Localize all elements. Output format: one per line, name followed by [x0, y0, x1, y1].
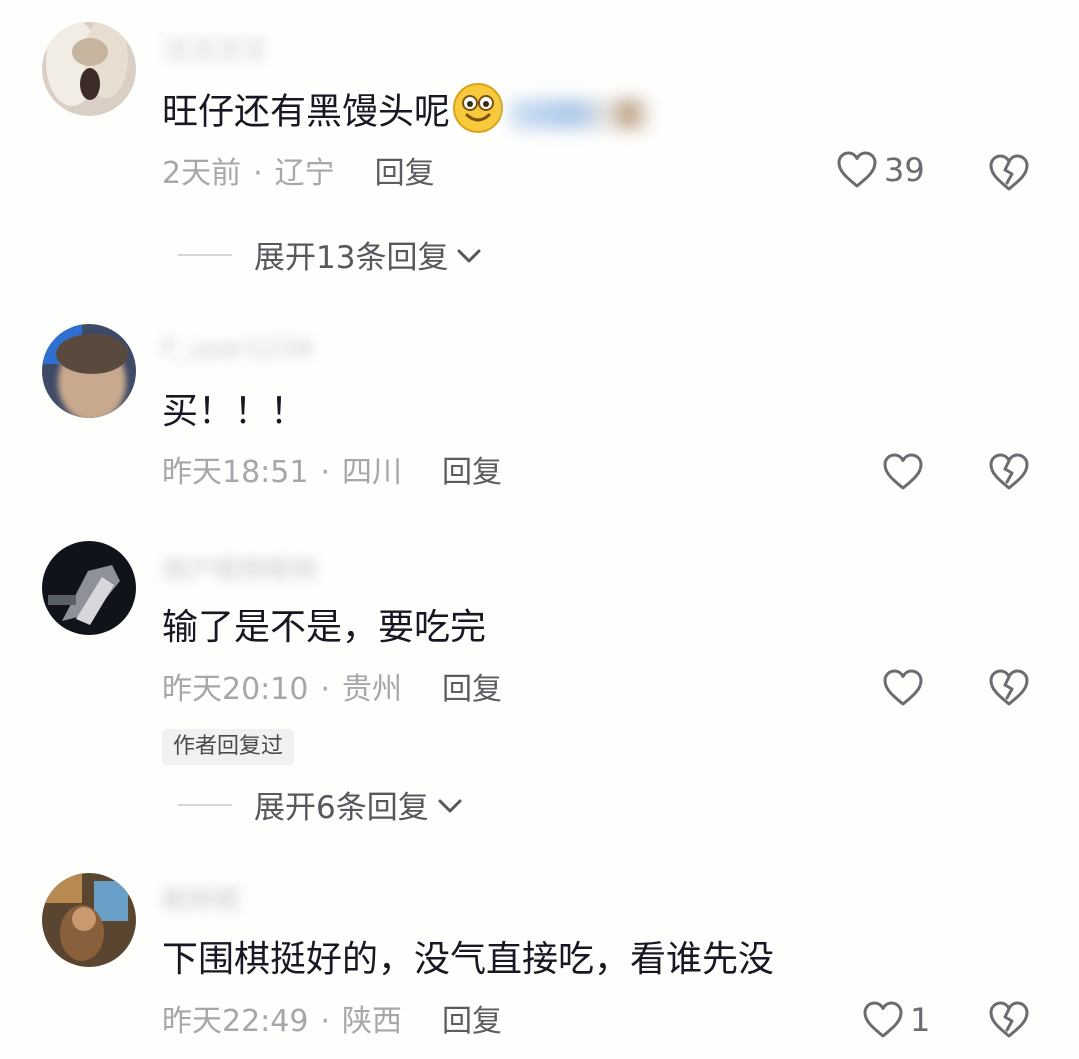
dislike-button[interactable] — [988, 452, 1030, 492]
comment-meta: 昨天22:49 · 陕西 回复 — [162, 1004, 502, 1040]
comment-location: 贵州 — [342, 672, 403, 707]
comment-time: 昨天18:51 — [162, 455, 309, 490]
reply-button[interactable]: 回复 — [442, 1004, 502, 1039]
heart-outline-icon — [862, 1000, 904, 1040]
comment-meta: 昨天18:51 · 四川 回复 — [162, 455, 502, 491]
avatar[interactable] — [42, 22, 136, 116]
heart-outline-icon — [836, 150, 878, 190]
dislike-button[interactable] — [988, 1000, 1030, 1040]
chevron-down-icon — [448, 237, 482, 273]
broken-heart-icon — [988, 668, 1030, 708]
comment-meta: 昨天20:10 · 贵州 回复 — [162, 672, 502, 708]
comment-time: 昨天22:49 — [162, 1004, 309, 1039]
reply-button[interactable]: 回复 — [375, 156, 435, 191]
blurred-mention — [510, 98, 651, 129]
comment-text: 下围棋挺好的，没气直接吃，看谁先没 — [162, 939, 775, 980]
like-count: 39 — [884, 151, 925, 189]
reply-button[interactable]: 回复 — [442, 455, 502, 490]
broken-heart-icon — [988, 153, 1030, 193]
like-button[interactable] — [882, 452, 924, 492]
like-button[interactable]: 1 — [862, 1000, 930, 1040]
broken-heart-icon — [988, 452, 1030, 492]
comment-text: 买！！！ — [162, 391, 307, 432]
dislike-button[interactable] — [988, 668, 1030, 708]
expand-replies-button[interactable]: 展开6条回复 — [178, 782, 463, 827]
comment-text-content: 旺仔还有黑馒头呢 — [162, 91, 451, 133]
heart-outline-icon — [882, 452, 924, 492]
divider-line — [178, 803, 232, 806]
author-replied-badge: 作者回复过 — [162, 729, 295, 765]
separator: · — [320, 455, 331, 490]
separator: · — [320, 672, 331, 707]
comment-text: 输了是不是，要吃完 — [162, 607, 487, 648]
like-button[interactable] — [882, 668, 924, 708]
expand-replies-button[interactable]: 展开13条回复 — [178, 232, 482, 277]
like-button[interactable]: 39 — [836, 150, 925, 190]
comment-text: 旺仔还有黑馒头呢 — [162, 82, 651, 145]
broken-heart-icon — [988, 1000, 1030, 1040]
reply-button[interactable]: 回复 — [442, 672, 502, 707]
separator: · — [320, 1004, 331, 1039]
username[interactable]: 用户昵称昵称 — [162, 550, 318, 586]
expand-replies-label: 展开6条回复 — [254, 790, 429, 826]
comment-time: 昨天20:10 — [162, 672, 309, 707]
avatar[interactable] — [42, 324, 136, 418]
avatar[interactable] — [42, 541, 136, 635]
like-count: 1 — [910, 1001, 931, 1039]
divider-line — [178, 253, 232, 256]
comment-location: 陕西 — [342, 1004, 403, 1039]
avatar[interactable] — [42, 873, 136, 967]
chevron-down-icon — [429, 787, 463, 823]
comment-location: 辽宁 — [274, 156, 335, 191]
dislike-button[interactable] — [988, 153, 1030, 193]
comment-time: 2天前 — [162, 156, 242, 191]
heart-outline-icon — [882, 668, 924, 708]
username[interactable]: F_user1234 — [162, 334, 313, 364]
comment-location: 四川 — [342, 455, 403, 490]
comment-meta: 2天前 · 辽宁 回复 — [162, 156, 435, 192]
username[interactable]: 汪汪汪汪 — [162, 30, 266, 66]
smiley-emoji-icon — [452, 82, 504, 145]
separator: · — [253, 156, 263, 191]
username[interactable]: 昵称昵 — [162, 880, 240, 916]
expand-replies-label: 展开13条回复 — [254, 240, 449, 276]
